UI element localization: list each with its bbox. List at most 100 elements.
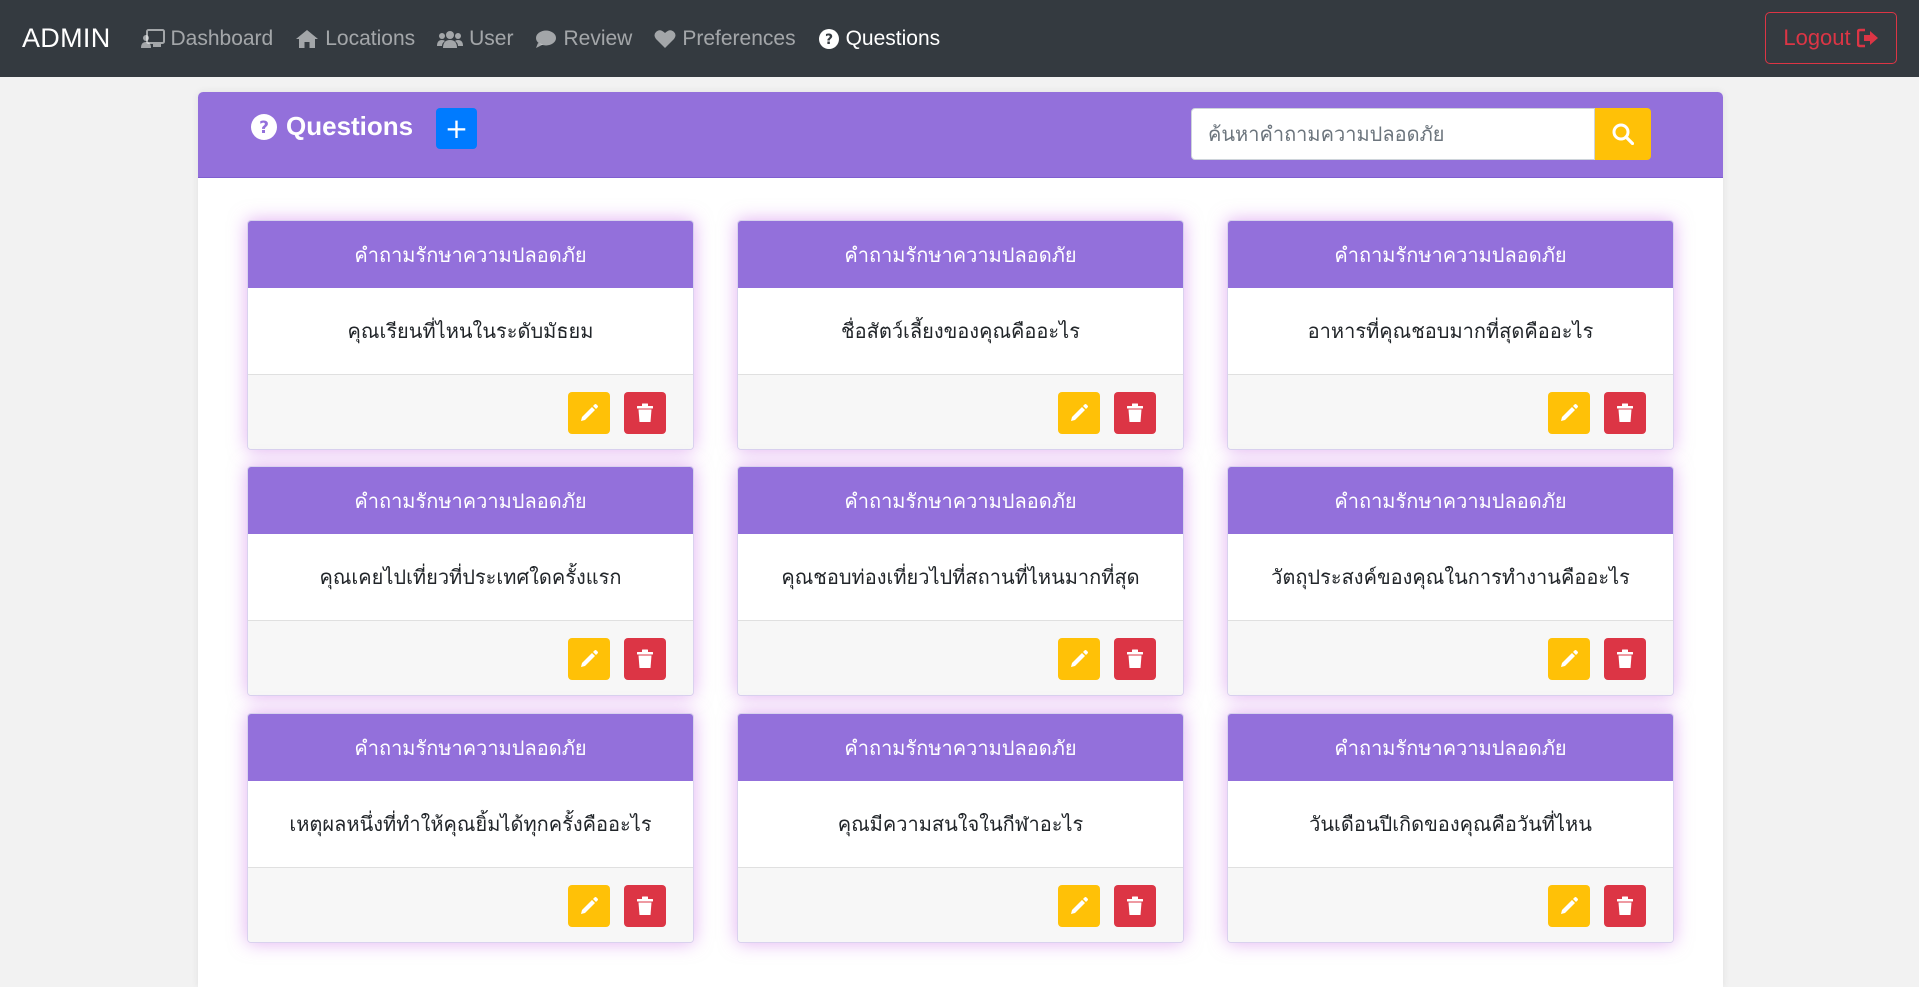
card-header: คำถามรักษาความปลอดภัย [738,714,1183,781]
pencil-icon [1561,650,1578,667]
edit-button[interactable] [1548,392,1590,434]
edit-button[interactable] [1058,638,1100,680]
pencil-icon [581,897,598,914]
card-header: คำถามรักษาความปลอดภัย [248,221,693,288]
nav-item-dashboard[interactable]: Dashboard [140,26,274,51]
page-title: ? Questions [250,111,413,142]
card-question: วันเดือนปีเกิดของคุณคือวันที่ไหน [1228,781,1673,868]
sign-out-icon [1856,28,1878,48]
page-title-text: Questions [286,111,414,141]
question-card: คำถามรักษาความปลอดภัย วัตถุประสงค์ของคุณ… [1227,466,1674,696]
trash-icon [1127,896,1143,915]
search-input[interactable] [1191,108,1595,160]
nav-label: Review [563,26,633,50]
card-footer [248,621,693,695]
nav-item-review[interactable]: Review [535,27,632,51]
card-header: คำถามรักษาความปลอดภัย [738,467,1183,534]
trash-icon [1617,649,1633,668]
nav-label: Locations [325,26,416,50]
panel-header: ? Questions + [198,92,1723,178]
logout-label: Logout [1783,25,1851,50]
comment-icon [536,30,557,48]
question-circle-icon: ? [251,113,277,140]
nav-label: Questions [845,26,941,50]
users-icon [437,30,464,48]
svg-text:?: ? [259,118,269,138]
card-footer [248,868,693,942]
card-header: คำถามรักษาความปลอดภัย [248,467,693,534]
pencil-icon [581,650,598,667]
card-footer [738,375,1183,449]
nav-item-preferences[interactable]: Preferences [654,26,796,51]
delete-button[interactable] [1114,885,1156,927]
trash-icon [637,649,653,668]
card-question: ชื่อสัตว์เลี้ยงของคุณคืออะไร [738,288,1183,375]
nav-label: Dashboard [170,26,274,50]
card-header: คำถามรักษาความปลอดภัย [738,221,1183,288]
edit-button[interactable] [568,638,610,680]
pencil-icon [1561,897,1578,914]
delete-button[interactable] [624,885,666,927]
trash-icon [1127,649,1143,668]
trash-icon [1617,896,1633,915]
question-card: คำถามรักษาความปลอดภัย คุณมีความสนใจในกีฬ… [737,713,1184,943]
card-footer [248,375,693,449]
trash-icon [1617,403,1633,422]
question-card: คำถามรักษาความปลอดภัย คุณชอบท่องเที่ยวไป… [737,466,1184,696]
nav-item-user[interactable]: User [437,27,513,51]
nav-item-questions[interactable]: ? Questions [818,26,941,51]
trash-icon [637,403,653,422]
add-question-button[interactable]: + [436,108,477,149]
pencil-icon [581,404,598,421]
card-question: คุณชอบท่องเที่ยวไปที่สถานที่ไหนมากที่สุด [738,534,1183,621]
card-header: คำถามรักษาความปลอดภัย [1228,221,1673,288]
card-question: เหตุผลหนึ่งที่ทำให้คุณยิ้มได้ทุกครั้งคือ… [248,781,693,868]
card-question: คุณเรียนที่ไหนในระดับมัธยม [248,288,693,375]
brand[interactable]: ADMIN [22,23,111,54]
question-circle-icon: ? [818,28,839,49]
card-question: วัตถุประสงค์ของคุณในการทำงานคืออะไร [1228,534,1673,621]
trash-icon [1127,403,1143,422]
chalkboard-teacher-icon [140,28,165,48]
top-navbar: ADMIN Dashboard Locations User Review Pr… [0,0,1919,77]
trash-icon [637,896,653,915]
question-card: คำถามรักษาความปลอดภัย ชื่อสัตว์เลี้ยงของ… [737,220,1184,450]
pencil-icon [1071,404,1088,421]
card-footer [1228,621,1673,695]
search-button[interactable] [1595,108,1651,160]
card-header: คำถามรักษาความปลอดภัย [1228,714,1673,781]
edit-button[interactable] [568,885,610,927]
edit-button[interactable] [1548,638,1590,680]
pencil-icon [1071,897,1088,914]
home-icon [296,29,319,48]
card-question: คุณมีความสนใจในกีฬาอะไร [738,781,1183,868]
nav-label: Preferences [682,26,796,50]
card-header: คำถามรักษาความปลอดภัย [1228,467,1673,534]
edit-button[interactable] [1548,885,1590,927]
card-footer [738,868,1183,942]
delete-button[interactable] [1604,885,1646,927]
card-footer [738,621,1183,695]
questions-panel: ? Questions + คำถามรักษาความปลอดภัย คุณเ… [198,92,1723,987]
nav-item-locations[interactable]: Locations [295,27,415,51]
edit-button[interactable] [1058,392,1100,434]
delete-button[interactable] [1114,392,1156,434]
card-footer [1228,375,1673,449]
edit-button[interactable] [1058,885,1100,927]
card-footer [1228,868,1673,942]
nav-label: User [469,26,514,50]
delete-button[interactable] [1604,638,1646,680]
question-card: คำถามรักษาความปลอดภัย เหตุผลหนึ่งที่ทำให… [247,713,694,943]
question-card: คำถามรักษาความปลอดภัย คุณเคยไปเที่ยวที่ป… [247,466,694,696]
delete-button[interactable] [1114,638,1156,680]
card-question: อาหารที่คุณชอบมากที่สุดคืออะไร [1228,288,1673,375]
delete-button[interactable] [624,392,666,434]
edit-button[interactable] [568,392,610,434]
question-card: คำถามรักษาความปลอดภัย คุณเรียนที่ไหนในระ… [247,220,694,450]
question-card: คำถามรักษาความปลอดภัย อาหารที่คุณชอบมากท… [1227,220,1674,450]
logout-button[interactable]: Logout [1765,12,1897,64]
delete-button[interactable] [624,638,666,680]
delete-button[interactable] [1604,392,1646,434]
question-card: คำถามรักษาความปลอดภัย วันเดือนปีเกิดของค… [1227,713,1674,943]
heart-icon [654,29,676,48]
